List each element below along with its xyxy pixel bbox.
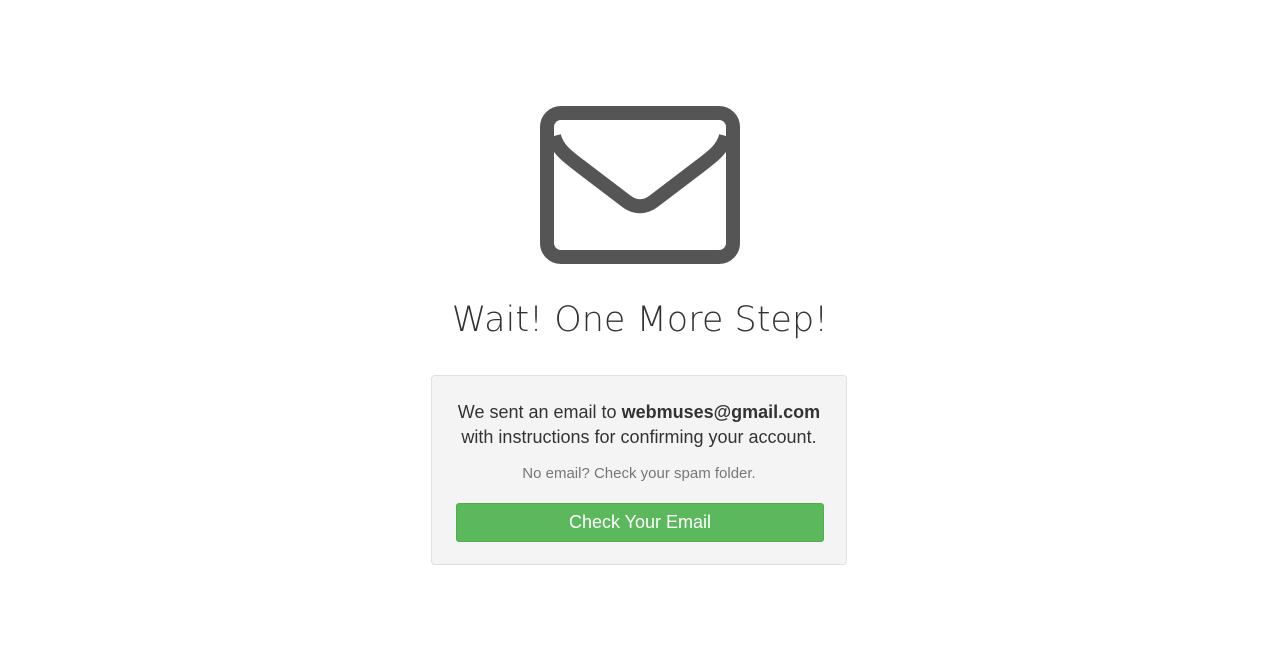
confirmation-page: Wait! One More Step! We sent an email to… xyxy=(0,0,1265,659)
confirmation-message: We sent an email to webmuses@gmail.com w… xyxy=(432,400,846,450)
envelope-icon xyxy=(540,106,740,264)
spam-hint: No email? Check your spam folder. xyxy=(522,465,756,482)
message-suffix: with instructions for confirming your ac… xyxy=(461,427,817,447)
message-prefix: We sent an email to xyxy=(457,402,617,422)
page-title: Wait! One More Step! xyxy=(451,300,829,340)
confirmation-card: We sent an email to webmuses@gmail.com w… xyxy=(431,375,847,565)
email-address: webmuses@gmail.com xyxy=(621,402,821,422)
check-email-button[interactable]: Check Your Email xyxy=(456,503,824,542)
